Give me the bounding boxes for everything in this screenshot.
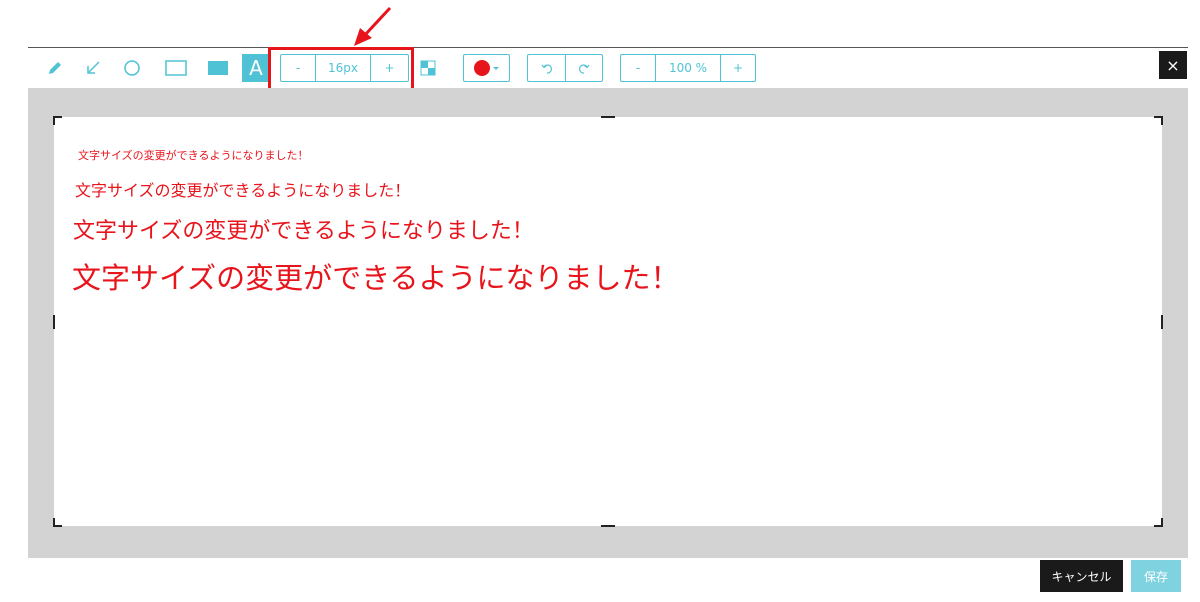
save-button[interactable]: 保存 [1131, 560, 1181, 592]
zoom-out-button[interactable]: - [621, 55, 655, 81]
canvas-text[interactable]: 文字サイズの変更ができるようになりました！ [73, 213, 534, 245]
canvas-text[interactable]: 文字サイズの変更ができるようになりました！ [78, 147, 308, 163]
font-size-decrease-button[interactable]: - [281, 55, 315, 81]
editor-window: A - 16px + - 100 % + × 文字サイズの変更ができるようになり… [28, 47, 1188, 558]
close-button[interactable]: × [1159, 51, 1187, 79]
resize-handle-top-left[interactable] [53, 116, 62, 125]
resize-handle-top-right[interactable] [1154, 116, 1163, 125]
resize-handle-bottom-left[interactable] [53, 518, 62, 527]
redo-icon [578, 64, 590, 74]
resize-handle-top[interactable] [601, 116, 615, 118]
chevron-down-icon [493, 66, 499, 70]
pencil-icon[interactable] [44, 54, 66, 82]
font-size-increase-button[interactable]: + [371, 55, 408, 81]
redo-button[interactable] [565, 55, 602, 81]
zoom-in-button[interactable]: + [721, 55, 755, 81]
undo-button[interactable] [528, 55, 565, 81]
transparency-icon[interactable] [419, 54, 437, 82]
font-size-stepper: - 16px + [280, 54, 409, 82]
history-controls [527, 54, 603, 82]
circle-icon[interactable] [120, 54, 144, 82]
undo-icon [541, 64, 552, 74]
text-tool[interactable]: A [242, 54, 270, 82]
resize-handle-left[interactable] [53, 315, 55, 329]
resize-handle-right[interactable] [1161, 315, 1163, 329]
filled-rectangle-icon[interactable] [206, 54, 230, 82]
canvas-area: 文字サイズの変更ができるようになりました！ 文字サイズの変更ができるようになりま… [28, 88, 1188, 558]
zoom-stepper: - 100 % + [620, 54, 756, 82]
drawing-canvas[interactable]: 文字サイズの変更ができるようになりました！ 文字サイズの変更ができるようになりま… [53, 116, 1163, 527]
arrow-icon[interactable] [82, 54, 104, 82]
resize-handle-bottom-right[interactable] [1154, 518, 1163, 527]
canvas-text[interactable]: 文字サイズの変更ができるようになりました！ [75, 177, 410, 201]
canvas-text[interactable]: 文字サイズの変更ができるようになりました！ [72, 255, 680, 297]
callout-arrow-icon [354, 6, 392, 46]
color-swatch [474, 60, 490, 76]
zoom-value: 100 % [655, 55, 721, 81]
text-tool-label: A [249, 56, 263, 80]
image-editor-page: A - 16px + - 100 % + × 文字サイズの変更ができるようになり… [0, 0, 1200, 602]
font-size-value: 16px [315, 55, 371, 81]
color-picker[interactable] [463, 54, 510, 82]
rectangle-icon[interactable] [164, 54, 188, 82]
toolbar: A - 16px + - 100 % + × [28, 47, 1188, 93]
resize-handle-bottom[interactable] [601, 525, 615, 527]
cancel-button[interactable]: キャンセル [1040, 560, 1123, 592]
